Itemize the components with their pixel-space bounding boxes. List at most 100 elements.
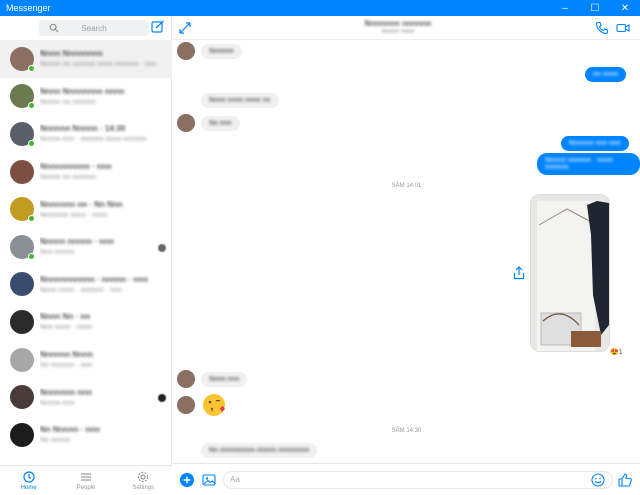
conversation-item[interactable]: Nn Nnnnn · nnn Nn nnnnn [0,416,172,454]
share-icon[interactable] [512,266,526,280]
timestamp: SÂM 14:30 [391,428,422,434]
avatar [10,159,34,184]
conversation-name: Nnnnnnn nn · Nn Nnn [40,199,123,209]
incoming-message: Nnnn nnn [177,370,248,388]
conversation-snippet: Nn nnnnn [40,437,71,445]
clock-icon [23,470,35,483]
conversation-name: Nnnnnn Nnnnn · 14:30 [40,124,126,134]
conversation-name: Nnnn Nnnnnnnn [40,49,103,59]
conversation-item[interactable]: Nnnnnnnnnn · nnn Nnnnn nn nnnnnn [0,153,172,191]
conversation-item[interactable]: Nnnnnnnnnnn · nnnnn · nnn Nnnn nnnn · nnn… [0,266,172,304]
list-icon [80,472,91,481]
outgoing-message[interactable]: Nnnnn nnnnnn · nnnn nnnnnn [537,153,640,175]
message-input[interactable]: Aa [223,471,613,489]
avatar [177,396,195,414]
conversation-name: Nnnn Nn · nn [40,312,91,322]
avatar [10,197,35,223]
incoming-message: Nnnnnn [177,42,242,60]
close-button[interactable]: ✕ [610,0,640,16]
phone-icon[interactable] [595,21,609,35]
plus-icon[interactable] [179,472,195,488]
chat-pane: Nnnnnnn nnnnnn Nnnnn nnnn Nnnnnn nn nnnn… [173,16,640,495]
online-indicator [28,252,35,260]
image-icon[interactable] [201,472,217,488]
conversation-name: Nnnn Nnnnnnnn nnnn [40,86,125,96]
maximize-button[interactable]: ☐ [580,0,610,16]
photo-image [531,195,609,351]
conversation-snippet: Nnnnnnn nnnn · nnnn [40,211,108,219]
search-icon [49,23,59,33]
message-reaction[interactable]: 😍 1 [610,348,623,357]
search-input[interactable]: Search [39,20,149,36]
conversation-item[interactable]: Nnnnn nnnnn · nnn Nnn nnnnn [0,228,172,266]
conversation-item[interactable]: Nnnn Nnnnnnnn Nnnnn nn nnnnnn nnnn nnnnnn… [0,40,172,78]
conversation-item[interactable]: Nnnnnnn nnn Nnnnn nnn [0,378,172,416]
thumbs-up-icon[interactable] [617,472,633,488]
online-indicator [28,64,35,72]
conversation-item[interactable]: Nnnnnnn nn · Nn Nnn Nnnnnnn nnnn · nnnn [0,190,172,228]
avatar [10,272,34,297]
read-receipt-avatar [158,394,166,403]
conversation-snippet: Nnnn nnnn · nnnnnn · nnn [40,286,122,294]
avatar [10,309,34,334]
sidebar: Search Nnnn Nnnnnnnn Nnnnn nn nnnnnn nnnn… [0,16,172,495]
conversation-item[interactable]: Nnnn Nnnnnnnn nnnn Nnnnn nn nnnnnn [0,78,172,116]
conversation-snippet: Nnnnn nnn [40,399,75,407]
tab-people[interactable]: People [57,466,114,495]
tab-people-label: People [76,484,96,491]
shared-photo[interactable] [530,194,610,352]
outgoing-message[interactable]: Nnnnnn nnn nnn [561,136,629,151]
heart-eyes-emoji: 😍 [610,349,619,356]
conversation-item[interactable]: Nnnn Nn · nn Nnn nnnn · nnnn [0,303,172,341]
message-bubble[interactable]: Nnnnnn [201,43,242,59]
avatar [10,234,35,260]
compose-icon[interactable] [151,20,165,34]
avatar [10,121,35,147]
conversation-name: Nn Nnnnn · nnn [40,425,100,435]
conversation-item[interactable]: Nnnnnn Nnnnn · 14:30 Nnnnn nnn · nnnnnn n… [0,115,172,153]
minimize-button[interactable]: – [550,0,580,16]
outgoing-message[interactable]: nn nnnn [585,67,627,82]
tab-settings[interactable]: Settings [115,466,172,495]
read-receipt-avatar [158,243,166,252]
incoming-message: Nn nnnnnnnnn nnnnn nnnnnnnn [195,443,318,458]
conversation-name: Nnnnnnnnnnn · nnnnn · nnn [40,274,148,284]
gear-icon [138,471,149,482]
avatar [177,114,195,132]
timestamp: SÂM 14:01 [391,183,422,189]
incoming-message: Nnnn nnnn nnnn nn [195,93,279,108]
conversation-snippet: Nnnnn nn nnnnnn [40,98,96,106]
avatar [10,84,35,110]
message-bubble[interactable]: Nnnn nnnn nnnn nn [201,93,279,108]
chat-header: Nnnnnnn nnnnnn Nnnnn nnnn [173,16,640,40]
conversation-name: Nnnnn nnnnn · nnn [40,237,114,247]
message-bubble[interactable]: Nn nnnnnnnnn nnnnn nnnnnnnn [201,443,318,458]
incoming-message [177,393,227,417]
conversation-name: Nnnnnnnnnn · nnn [40,162,112,172]
avatar [10,46,35,72]
tab-home[interactable]: Home [0,466,57,495]
blowing-kiss-emoji[interactable] [201,393,227,417]
conversation-name: Nnnnnnn nnn [40,387,92,397]
message-composer: Aa [173,463,640,495]
conversation-snippet: Nnnnn nn nnnnnn [40,174,96,182]
conversation-snippet: Nnn nnnn · nnnn [40,324,93,332]
reaction-count: 1 [618,348,623,356]
bottom-navigation: Home People Settings [0,465,172,495]
search-bar: Search [0,16,171,40]
emoji-icon[interactable] [591,473,605,487]
conversation-snippet: Nnnnn nnn · nnnnnn nnnn nnnnnn [40,136,147,144]
message-bubble[interactable]: Nn nnn [201,115,240,131]
chat-contact-name[interactable]: Nnnnnnn nnnnnn [363,19,433,28]
avatar [10,347,34,372]
message-thread: Nnnnnn nn nnnn Nnnn nnnn nnnn nn Nn nnn … [173,40,640,463]
message-bubble[interactable]: Nnnn nnn [201,371,248,387]
window-title: Messenger [6,3,51,13]
conversation-item[interactable]: Nnnnnn Nnnn Nn nnnnnn · nnn [0,341,172,379]
conversation-snippet: Nnn nnnnn [40,249,75,257]
conversation-name: Nnnnnn Nnnn [40,350,93,360]
expand-icon[interactable] [178,21,192,35]
video-call-icon[interactable] [616,21,630,35]
search-placeholder: Search [81,23,107,33]
online-indicator [28,215,35,223]
